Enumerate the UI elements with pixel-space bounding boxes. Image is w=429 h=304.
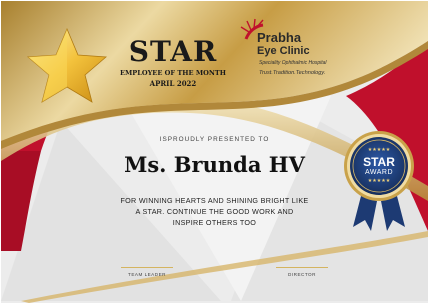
award-period: APRIL 2022 bbox=[149, 79, 197, 88]
message-line-3: INSPIRE OTHERS TOO bbox=[172, 218, 257, 227]
award-title: STAR bbox=[128, 35, 218, 68]
director-label: DIRECTOR bbox=[288, 272, 316, 277]
badge-stars-top: ★★★★★ bbox=[367, 147, 391, 153]
certificate: STAR EMPLOYEE OF THE MONTH APRIL 2022 Pr… bbox=[1, 1, 428, 303]
message-line-1: FOR WINNING HEARTS AND SHINING BRIGHT LI… bbox=[120, 196, 309, 205]
team-leader-signature-line bbox=[121, 267, 173, 268]
badge-stars-bottom: ★★★★★ bbox=[367, 178, 391, 184]
team-leader-label: TEAM LEADER bbox=[128, 272, 166, 277]
clinic-tagline1: Speciality Ophthalmic Hospital bbox=[259, 60, 327, 66]
badge-title: STAR bbox=[363, 155, 395, 169]
message-line-2: A STAR. CONTINUE THE GOOD WORK AND bbox=[135, 207, 294, 216]
badge-subtitle: AWARD bbox=[364, 169, 394, 176]
award-subtitle: EMPLOYEE OF THE MONTH bbox=[119, 69, 227, 77]
clinic-tagline2: Trust.Tradition.Technology. bbox=[259, 70, 326, 76]
presented-to-label: ISPROUDLY PRESENTED TO bbox=[159, 136, 270, 143]
director-signature-line bbox=[276, 267, 328, 268]
clinic-name-line1: Prabha bbox=[257, 30, 302, 45]
clinic-name-line2: Eye Clinic bbox=[257, 45, 310, 57]
